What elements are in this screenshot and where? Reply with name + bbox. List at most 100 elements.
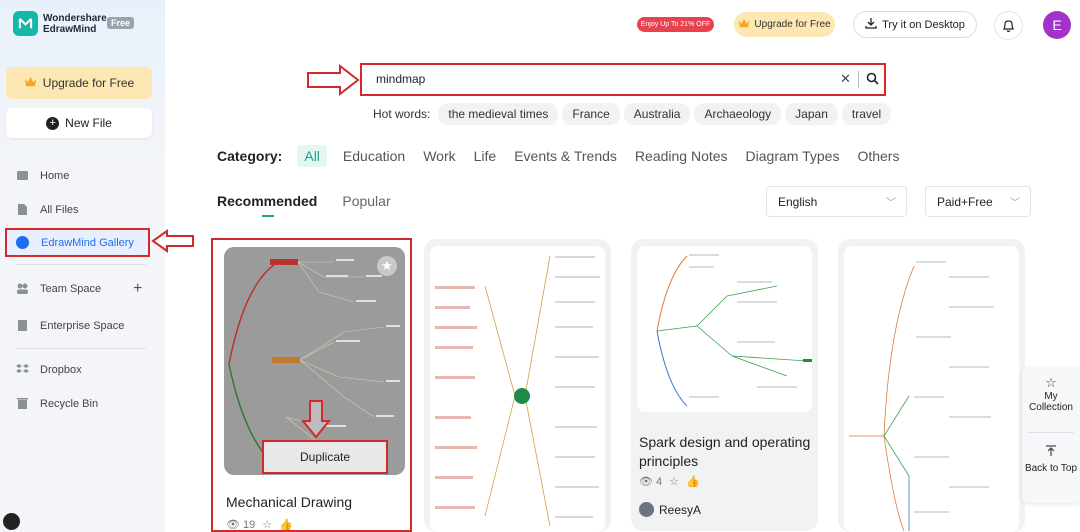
search-box: ✕ <box>360 63 886 96</box>
template-meta: 👁 19 ☆ 👍 <box>226 518 300 531</box>
template-card[interactable] <box>424 239 611 532</box>
duplicate-button[interactable]: Duplicate <box>262 440 388 474</box>
category-reading-notes[interactable]: Reading Notes <box>635 148 728 164</box>
upgrade-button[interactable]: Upgrade for Free <box>734 12 835 37</box>
floating-divider <box>1028 432 1074 433</box>
hot-word-chip[interactable]: the medieval times <box>438 103 559 125</box>
sidebar-item-label: Enterprise Space <box>40 319 125 332</box>
team-icon <box>16 282 29 295</box>
sidebar-divider <box>16 348 146 349</box>
desktop-label: Try it on Desktop <box>882 18 965 31</box>
template-card[interactable]: ★ Duplicate Mechanical Drawing 👁 19 ☆ 👍 <box>211 238 412 532</box>
arrow-right-icon <box>307 64 360 96</box>
chevron-down-icon: ﹀ <box>1010 198 1020 209</box>
sidebar-item-label: Home <box>40 169 70 182</box>
sidebar-item-label: Recycle Bin <box>40 397 99 410</box>
search-icon[interactable] <box>866 72 880 86</box>
sidebar-upgrade-button[interactable]: Upgrade for Free <box>6 67 152 99</box>
sidebar-item-edrawmind-gallery[interactable]: EdrawMind Gallery <box>5 228 150 257</box>
category-diagram-types[interactable]: Diagram Types <box>746 148 840 164</box>
plus-icon: + <box>46 116 60 130</box>
dropbox-icon <box>16 363 29 376</box>
sidebar-item-dropbox[interactable]: Dropbox <box>16 363 82 376</box>
clear-icon[interactable]: ✕ <box>840 71 851 87</box>
hot-word-chip[interactable]: Japan <box>785 103 838 125</box>
category-label: Category: <box>217 148 283 164</box>
author-avatar <box>639 502 654 517</box>
add-team-icon[interactable]: + <box>133 280 142 298</box>
star-icon[interactable]: ★ <box>377 256 397 276</box>
template-title: Mechanical Drawing <box>226 494 353 510</box>
my-collection-button[interactable]: ☆ My Collection <box>1022 375 1080 413</box>
template-card[interactable]: Spark design and operating principles 👁 … <box>631 239 818 531</box>
sidebar-item-team-space[interactable]: Team Space <box>16 282 101 295</box>
sidebar-divider <box>16 264 146 265</box>
hot-word-chip[interactable]: France <box>562 103 620 125</box>
category-events-trends[interactable]: Events & Trends <box>514 148 617 164</box>
sidebar-item-label: Team Space <box>40 282 102 295</box>
template-thumbnail <box>637 246 812 412</box>
template-author[interactable]: ReesyA <box>639 502 701 517</box>
view-count: 4 <box>655 475 663 488</box>
hot-word-chip[interactable]: travel <box>841 103 892 125</box>
category-life[interactable]: Life <box>474 148 497 164</box>
sidebar-item-home[interactable]: Home <box>16 169 69 182</box>
eye-icon: 👁 <box>226 519 240 531</box>
template-card[interactable] <box>838 239 1025 532</box>
chevron-down-icon: ﹀ <box>886 198 896 209</box>
arrow-up-icon <box>1022 445 1080 460</box>
bell-icon[interactable] <box>994 11 1023 40</box>
sidebar-item-all-files[interactable]: All Files <box>16 203 79 216</box>
promo-badge[interactable]: Enjoy Up To 21% OFF <box>637 17 714 32</box>
view-count: 19 <box>242 518 256 531</box>
files-icon <box>16 203 29 216</box>
gallery-icon <box>16 236 29 249</box>
try-desktop-button[interactable]: Try it on Desktop <box>853 11 977 38</box>
tab-recommended[interactable]: Recommended <box>217 193 317 217</box>
star-outline-icon[interactable]: ☆ <box>262 518 272 530</box>
upgrade-top-label: Upgrade for Free <box>754 19 831 30</box>
user-avatar[interactable]: E <box>1043 11 1071 39</box>
sidebar-item-recycle-bin[interactable]: Recycle Bin <box>16 397 98 410</box>
author-name: ReesyA <box>659 502 702 517</box>
trash-icon <box>16 397 29 410</box>
upgrade-label: Upgrade for Free <box>42 76 135 90</box>
language-select[interactable]: English ﹀ <box>766 186 907 217</box>
back-to-top-button[interactable]: Back to Top <box>1022 445 1080 474</box>
template-thumbnail: ★ Duplicate <box>224 247 405 475</box>
like-icon[interactable]: 👍 <box>279 518 293 530</box>
app-logo[interactable]: Wondershare EdrawMind <box>13 11 107 36</box>
template-meta: 👁 4 ☆ 👍 <box>639 475 707 489</box>
hot-word-chip[interactable]: Archaeology <box>694 103 782 125</box>
search-input[interactable] <box>376 72 816 86</box>
sidebar-item-label: Dropbox <box>40 363 82 376</box>
hot-word-chip[interactable]: Australia <box>623 103 691 125</box>
category-others[interactable]: Others <box>857 148 899 164</box>
sidebar-item-enterprise-space[interactable]: Enterprise Space <box>16 319 124 332</box>
star-outline-icon[interactable]: ☆ <box>669 475 679 488</box>
crown-icon <box>738 18 750 31</box>
search-separator <box>858 71 859 88</box>
hot-words: Hot words: the medieval times France Aus… <box>373 103 895 125</box>
tab-popular[interactable]: Popular <box>342 193 390 209</box>
category-all[interactable]: All <box>297 145 327 167</box>
edrawmind-logo-icon <box>13 11 38 36</box>
new-file-label: New File <box>65 116 112 130</box>
floating-panel: ☆ My Collection Back to Top <box>1022 367 1080 503</box>
template-thumbnail <box>844 246 1019 532</box>
price-select[interactable]: Paid+Free ﹀ <box>925 186 1031 217</box>
language-value: English <box>778 194 818 209</box>
star-outline-icon: ☆ <box>1045 375 1057 390</box>
sidebar-item-label: EdrawMind Gallery <box>41 236 134 249</box>
eye-icon: 👁 <box>639 476 653 488</box>
brand-line2: EdrawMind <box>43 23 97 35</box>
category-education[interactable]: Education <box>343 148 405 164</box>
my-collection-label: My Collection <box>1029 391 1073 413</box>
price-value: Paid+Free <box>937 194 993 209</box>
home-icon <box>16 169 29 182</box>
new-file-button[interactable]: + New File <box>6 108 152 138</box>
category-work[interactable]: Work <box>423 148 455 164</box>
sidebar-item-label: All Files <box>40 203 79 216</box>
like-icon[interactable]: 👍 <box>686 475 700 488</box>
shield-icon <box>3 513 20 530</box>
